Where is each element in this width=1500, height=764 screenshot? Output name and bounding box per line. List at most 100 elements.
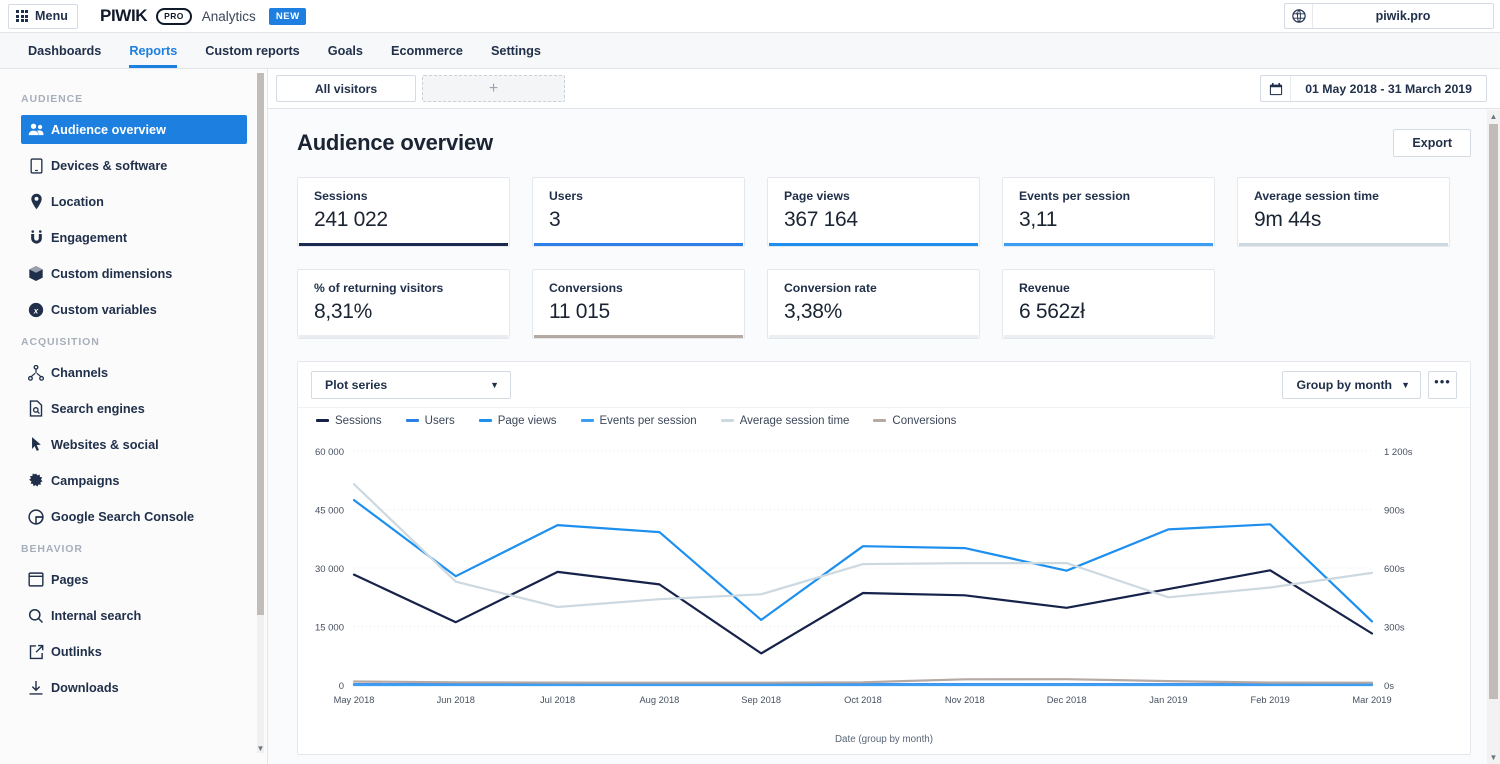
svg-text:Jun 2018: Jun 2018 xyxy=(437,695,475,705)
sidebar-scrollbar[interactable]: ▼ xyxy=(256,73,265,753)
sidebar-item-google-search-console[interactable]: Google Search Console xyxy=(21,502,247,531)
kpi-value: 367 164 xyxy=(784,208,979,232)
grid-menu-icon xyxy=(16,10,28,22)
sidebar-item-pages[interactable]: Pages xyxy=(21,565,247,594)
legend-item-page-views[interactable]: Page views xyxy=(479,415,557,427)
sitemap-icon xyxy=(21,365,51,381)
nav-tab-ecommerce[interactable]: Ecommerce xyxy=(377,33,477,68)
svg-text:Jul 2018: Jul 2018 xyxy=(540,695,575,705)
export-button[interactable]: Export xyxy=(1393,129,1471,157)
kpi-value: 3,11 xyxy=(1019,208,1214,232)
nav-tab-label: Dashboards xyxy=(28,44,101,58)
external-link-icon xyxy=(21,644,51,660)
google-icon xyxy=(21,509,51,525)
chart-toolbar-right: Group by month ▼ ••• xyxy=(1282,371,1457,399)
chart-plot-area[interactable]: 00s15 000300s30 000600s45 000900s60 0001… xyxy=(298,433,1470,751)
legend-label: Events per session xyxy=(600,415,697,427)
new-badge: NEW xyxy=(269,8,306,25)
kpi-label: % of returning visitors xyxy=(314,281,509,295)
kpi-card-users[interactable]: Users 3 xyxy=(532,177,745,247)
group-by-label: Group by month xyxy=(1296,378,1392,392)
plot-series-select[interactable]: Plot series ▼ xyxy=(311,371,511,399)
kpi-card-sessions[interactable]: Sessions 241 022 xyxy=(297,177,510,247)
sidebar-item-label: Internal search xyxy=(51,609,141,623)
svg-text:Dec 2018: Dec 2018 xyxy=(1047,695,1087,705)
sidebar-item-websites-social[interactable]: Websites & social xyxy=(21,430,247,459)
svg-text:300s: 300s xyxy=(1384,623,1405,634)
product-name: Analytics xyxy=(202,9,256,24)
chart-toolbar: Plot series ▼ Group by month ▼ ••• xyxy=(298,362,1470,407)
legend-swatch xyxy=(316,419,329,422)
svg-text:30 000: 30 000 xyxy=(315,564,344,575)
site-name: piwik.pro xyxy=(1313,9,1493,23)
chart-more-options-button[interactable]: ••• xyxy=(1428,371,1457,399)
sidebar-item-location[interactable]: Location xyxy=(21,187,247,216)
site-picker[interactable]: piwik.pro xyxy=(1284,3,1494,29)
sidebar-item-custom-variables[interactable]: x Custom variables xyxy=(21,295,247,324)
nav-tab-custom-reports[interactable]: Custom reports xyxy=(191,33,313,68)
sidebar-item-audience-overview[interactable]: Audience overview xyxy=(21,115,247,144)
kpi-card-revenue[interactable]: Revenue 6 562zł xyxy=(1002,269,1215,339)
x-axis-title: Date (group by month) xyxy=(298,734,1470,745)
kpi-card-returning-visitors[interactable]: % of returning visitors 8,31% xyxy=(297,269,510,339)
scroll-down-arrow-icon[interactable]: ▼ xyxy=(1487,753,1500,762)
ellipsis-icon: ••• xyxy=(1434,374,1451,389)
variable-circle-icon: x xyxy=(21,302,51,318)
sidebar-item-outlinks[interactable]: Outlinks xyxy=(21,637,247,666)
sidebar-item-label: Outlinks xyxy=(51,645,102,659)
kpi-card-page-views[interactable]: Page views 367 164 xyxy=(767,177,980,247)
kpi-card-conversion-rate[interactable]: Conversion rate 3,38% xyxy=(767,269,980,339)
kpi-card-events-per-session[interactable]: Events per session 3,11 xyxy=(1002,177,1215,247)
legend-label: Conversions xyxy=(892,415,956,427)
nav-tab-settings[interactable]: Settings xyxy=(477,33,555,68)
sidebar-item-channels[interactable]: Channels xyxy=(21,358,247,387)
sidebar-item-search-engines[interactable]: Search engines xyxy=(21,394,247,423)
nav-tab-goals[interactable]: Goals xyxy=(314,33,377,68)
svg-text:Sep 2018: Sep 2018 xyxy=(741,695,781,705)
kpi-color-bar xyxy=(534,243,743,246)
chevron-down-icon: ▼ xyxy=(1401,380,1410,390)
legend-label: Users xyxy=(425,415,455,427)
nav-tab-dashboards[interactable]: Dashboards xyxy=(14,33,115,68)
kpi-value: 3,38% xyxy=(784,300,979,324)
kpi-color-bar xyxy=(1239,243,1448,246)
globe-icon xyxy=(1285,4,1313,28)
kpi-label: Users xyxy=(549,189,744,203)
scroll-down-arrow-icon[interactable]: ▼ xyxy=(256,744,265,753)
sidebar-item-downloads[interactable]: Downloads xyxy=(21,673,247,702)
legend-label: Average session time xyxy=(740,415,850,427)
scroll-up-arrow-icon[interactable]: ▲ xyxy=(1487,112,1500,121)
megaphone-burst-icon xyxy=(21,473,51,489)
segment-tab-all-visitors[interactable]: All visitors xyxy=(276,75,416,102)
kpi-card-conversions[interactable]: Conversions 11 015 xyxy=(532,269,745,339)
sidebar-group-acquisition: ACQUISITION xyxy=(0,324,267,358)
sidebar-item-internal-search[interactable]: Internal search xyxy=(21,601,247,630)
main-scroll-thumb[interactable] xyxy=(1489,124,1498,699)
sidebar-item-label: Channels xyxy=(51,366,108,380)
svg-text:Aug 2018: Aug 2018 xyxy=(639,695,679,705)
sidebar-item-custom-dimensions[interactable]: Custom dimensions xyxy=(21,259,247,288)
kpi-color-bar xyxy=(534,335,743,338)
sidebar-item-campaigns[interactable]: Campaigns xyxy=(21,466,247,495)
legend-item-average-session-time[interactable]: Average session time xyxy=(721,415,850,427)
legend-item-events-per-session[interactable]: Events per session xyxy=(581,415,697,427)
sidebar-item-engagement[interactable]: Engagement xyxy=(21,223,247,252)
calendar-icon xyxy=(1261,76,1291,101)
date-range-picker[interactable]: 01 May 2018 - 31 March 2019 xyxy=(1260,75,1487,102)
body: AUDIENCE Audience overview Devices & sof… xyxy=(0,69,1500,764)
nav-tab-reports[interactable]: Reports xyxy=(115,33,191,68)
add-segment-button[interactable]: + xyxy=(422,75,565,102)
menu-button[interactable]: Menu xyxy=(8,4,78,29)
kpi-value: 11 015 xyxy=(549,300,744,324)
kpi-color-bar xyxy=(769,243,978,246)
legend-item-conversions[interactable]: Conversions xyxy=(873,415,956,427)
sidebar: AUDIENCE Audience overview Devices & sof… xyxy=(0,69,268,764)
legend-item-sessions[interactable]: Sessions xyxy=(316,415,382,427)
main-scrollbar[interactable]: ▲ ▼ xyxy=(1487,110,1500,764)
legend-item-users[interactable]: Users xyxy=(406,415,455,427)
sidebar-scroll-thumb[interactable] xyxy=(257,73,264,615)
kpi-color-bar xyxy=(769,335,978,338)
sidebar-item-devices-software[interactable]: Devices & software xyxy=(21,151,247,180)
group-by-select[interactable]: Group by month ▼ xyxy=(1282,371,1421,399)
kpi-card-average-session-time[interactable]: Average session time 9m 44s xyxy=(1237,177,1450,247)
